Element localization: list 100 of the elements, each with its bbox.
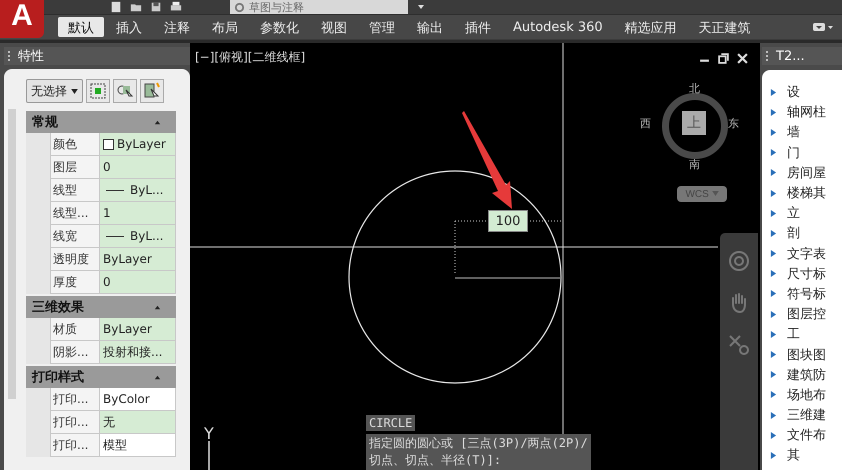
ribbon-tab[interactable]: 布局	[202, 17, 248, 37]
value-text: ByL...	[130, 229, 164, 243]
ribbon-tab[interactable]: 参数化	[250, 17, 309, 37]
palette-item[interactable]: 图层控	[787, 305, 826, 324]
property-label: 线型	[50, 179, 100, 202]
palette-item[interactable]: 尺寸标	[787, 264, 826, 283]
expand-arrow-icon[interactable]	[770, 289, 777, 298]
palette-item[interactable]: 图块图	[787, 346, 826, 364]
row-indent	[26, 318, 50, 341]
expand-arrow-icon[interactable]	[770, 128, 777, 137]
viewport-label[interactable]: [−][俯视][二维线框]	[195, 49, 306, 66]
property-value[interactable]: 0	[100, 271, 176, 294]
ribbon-tab[interactable]: 注释	[154, 17, 200, 37]
expand-arrow-icon[interactable]	[770, 450, 777, 460]
close-icon[interactable]	[737, 53, 748, 64]
expand-arrow-icon[interactable]	[770, 188, 777, 198]
panel-title: 特性	[18, 48, 44, 65]
property-value[interactable]: ByL...	[100, 179, 176, 202]
expand-arrow-icon[interactable]	[770, 330, 777, 339]
axis-label: Y	[204, 424, 214, 443]
section-header[interactable]: 打印样式	[26, 366, 176, 388]
viewcube[interactable]: 北 西 上 东 南	[640, 79, 740, 175]
restore-icon[interactable]	[718, 53, 729, 64]
print-icon[interactable]	[170, 1, 182, 13]
expand-arrow-icon[interactable]	[770, 269, 777, 278]
property-value[interactable]: ByLayer	[100, 318, 176, 341]
compass-label[interactable]: 南	[689, 157, 700, 172]
value-text: ByColor	[103, 392, 150, 406]
expand-arrow-icon[interactable]	[770, 390, 777, 400]
expand-arrow-icon[interactable]	[770, 310, 777, 319]
grip-icon[interactable]	[8, 51, 12, 61]
zoom-icon[interactable]	[727, 333, 751, 357]
ribbon-tab[interactable]: 默认	[58, 17, 104, 37]
palette-item[interactable]: 墙	[787, 123, 800, 142]
property-value[interactable]: 无	[100, 411, 176, 434]
expand-arrow-icon[interactable]	[770, 350, 777, 360]
expand-arrow-icon[interactable]	[770, 148, 777, 158]
save-icon[interactable]	[150, 1, 162, 13]
expand-arrow-icon[interactable]	[770, 108, 777, 117]
row-indent	[26, 271, 50, 294]
compass-label[interactable]: 东	[728, 116, 739, 131]
property-value[interactable]: 模型	[100, 434, 176, 457]
expand-arrow-icon[interactable]	[770, 88, 777, 97]
palette-item[interactable]: 三维建	[787, 406, 826, 424]
palette-item[interactable]: 剖	[787, 224, 800, 242]
quick-select-icon[interactable]	[112, 79, 137, 103]
expand-arrow-icon[interactable]	[770, 168, 777, 178]
palette-item[interactable]: 门	[787, 144, 800, 162]
select-objects-icon[interactable]	[86, 79, 110, 103]
ribbon-tab[interactable]: 插入	[106, 17, 152, 37]
palette-item[interactable]: 其	[787, 446, 800, 464]
property-value[interactable]: ByL...	[100, 225, 176, 248]
workspace-dropdown[interactable]: 草图与注释	[230, 0, 408, 14]
palette-item[interactable]: 文件布	[787, 426, 826, 444]
dynamic-input-field[interactable]: 100	[488, 210, 528, 232]
ribbon-tab[interactable]: 输出	[407, 17, 453, 37]
selection-dropdown[interactable]: 无选择	[26, 79, 83, 103]
property-value[interactable]: 投射和接...	[100, 341, 176, 364]
property-value[interactable]: ByColor	[100, 388, 176, 411]
value-text: ByL...	[130, 183, 164, 197]
palette-item[interactable]: 工	[787, 325, 800, 344]
section-header[interactable]: 常规	[26, 111, 176, 133]
ribbon-tab[interactable]: 视图	[311, 17, 357, 37]
app-logo[interactable]: A	[0, 0, 44, 38]
expand-arrow-icon[interactable]	[770, 208, 777, 218]
expand-arrow-icon[interactable]	[770, 249, 777, 258]
section-header[interactable]: 三维效果	[26, 296, 176, 318]
palette-item[interactable]: 符号标	[787, 284, 826, 303]
palette-item[interactable]: 文字表	[787, 244, 826, 263]
palette-item[interactable]: 建筑防	[787, 366, 826, 384]
value-text: ByLayer	[103, 252, 152, 266]
expand-arrow-icon[interactable]	[770, 370, 777, 380]
expand-arrow-icon[interactable]	[770, 410, 777, 420]
ribbon-tab[interactable]: 天正建筑	[688, 17, 761, 37]
compass-label[interactable]: 西	[640, 116, 651, 131]
value-text: 模型	[103, 436, 127, 454]
grip-icon[interactable]	[766, 51, 770, 61]
expand-arrow-icon[interactable]	[770, 228, 777, 238]
property-value[interactable]: 1	[100, 202, 176, 225]
ribbon-tab[interactable]: 精选应用	[614, 17, 687, 37]
ribbon-tab[interactable]: Autodesk 360	[503, 17, 613, 37]
property-label: 图层	[50, 156, 100, 179]
property-value[interactable]: 0	[100, 156, 176, 179]
expand-arrow-icon[interactable]	[770, 430, 777, 440]
palette-item[interactable]: 场地布	[787, 386, 826, 404]
palette-item[interactable]: 轴网柱	[787, 103, 826, 122]
steering-wheel-icon[interactable]	[727, 249, 751, 273]
property-label: 线宽	[50, 225, 100, 248]
ribbon-minimize-icon[interactable]	[812, 21, 834, 33]
property-value[interactable]: ByLayer	[100, 248, 176, 271]
palette-item[interactable]: 立	[787, 204, 800, 222]
new-file-icon[interactable]	[110, 1, 122, 13]
ribbon-tab[interactable]: 插件	[455, 17, 501, 37]
compass-label[interactable]: 北	[689, 81, 700, 96]
palette-item[interactable]: 房间屋	[787, 164, 826, 182]
scroll-bar[interactable]	[8, 109, 16, 399]
ribbon-tab[interactable]: 管理	[359, 17, 405, 37]
property-value[interactable]: ByLayer	[100, 133, 176, 156]
palette-item[interactable]: 设	[787, 83, 800, 102]
palette-item[interactable]: 楼梯其	[787, 184, 826, 202]
